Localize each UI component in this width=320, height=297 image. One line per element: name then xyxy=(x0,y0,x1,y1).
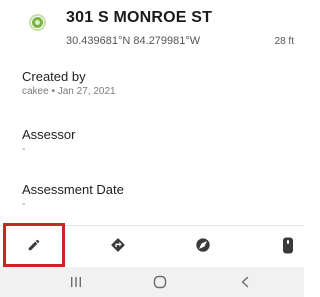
field-label: Assessor xyxy=(22,127,76,142)
compass-icon xyxy=(196,238,210,252)
field-label: Created by xyxy=(22,69,86,84)
back-button[interactable] xyxy=(220,267,270,297)
phone-device-icon xyxy=(283,237,293,253)
directions-icon xyxy=(111,238,125,252)
field-value: - xyxy=(22,199,26,210)
field-value: cakee • Jan 27, 2021 xyxy=(22,86,116,97)
home-button[interactable] xyxy=(135,267,185,297)
feature-toolbar xyxy=(0,226,304,264)
recent-apps-button[interactable] xyxy=(51,267,101,297)
recent-apps-icon xyxy=(71,277,81,287)
field-label: Assessment Date xyxy=(22,182,124,197)
feature-distance: 28 ft xyxy=(274,36,294,47)
feature-coordinates: 30.439681°N 84.279981°W xyxy=(66,35,201,47)
field-created-by: Created by cakee • Jan 27, 2021 xyxy=(22,69,292,98)
feature-title: 301 S MONROE ST xyxy=(66,9,213,26)
status-dot-icon xyxy=(31,16,44,29)
edit-button[interactable] xyxy=(4,226,64,264)
field-assessor: Assessor - xyxy=(22,127,292,156)
directions-button[interactable] xyxy=(88,226,148,264)
field-assessment-date: Assessment Date - xyxy=(22,182,292,211)
back-icon xyxy=(241,276,249,288)
feature-header: 301 S MONROE ST 30.439681°N 84.279981°W … xyxy=(0,0,304,56)
device-button[interactable] xyxy=(258,226,318,264)
system-navigation-bar xyxy=(0,267,304,297)
pencil-icon xyxy=(28,239,40,251)
field-value: - xyxy=(22,144,26,155)
navigate-button[interactable] xyxy=(173,226,233,264)
home-icon xyxy=(153,275,167,289)
